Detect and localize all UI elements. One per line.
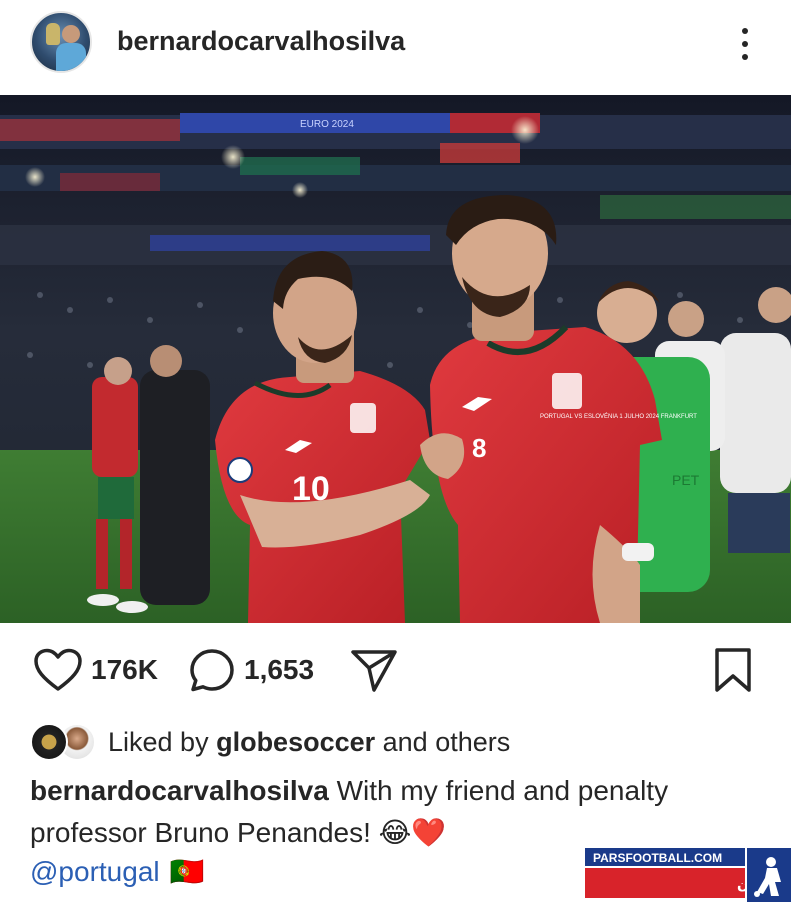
- post-username[interactable]: bernardocarvalhosilva: [117, 26, 405, 57]
- photo-illustration: EURO 2024 PET 10 PORTUGAL VS ESLOVÉNIA 1…: [0, 95, 791, 623]
- background-player-left: [87, 345, 210, 613]
- caption-emojis: 😂❤️: [378, 817, 447, 848]
- post-header: bernardocarvalhosilva: [0, 0, 791, 95]
- caption-mention-row: @portugal 🇵🇹: [30, 855, 204, 888]
- comment-button[interactable]: 1,653: [188, 640, 314, 700]
- post-caption: bernardocarvalhosilva With my friend and…: [30, 770, 750, 854]
- mention-portugal[interactable]: @portugal: [30, 856, 160, 888]
- paper-plane-icon: [351, 650, 397, 692]
- liker-avatar-globesoccer: [30, 723, 68, 761]
- liked-by-row[interactable]: Liked by globesoccer and others: [30, 720, 510, 764]
- like-count: 176K: [91, 654, 158, 685]
- avatar-head-shape: [62, 25, 80, 43]
- liked-by-name[interactable]: globesoccer: [216, 727, 375, 757]
- avatar-body-shape: [56, 43, 86, 71]
- shirt-number-eight: 8: [472, 433, 486, 463]
- banner-text: EURO 2024: [300, 119, 354, 130]
- portugal-flag-icon: 🇵🇹: [169, 856, 205, 887]
- parsfootball-watermark: PARSFOOTBALL.COM خبرگزاری فوتبال ایران: [585, 848, 791, 902]
- avatar-trophy-shape: [46, 23, 60, 45]
- liked-by-prefix: Liked by: [108, 726, 217, 757]
- bookmark-icon: [715, 648, 751, 692]
- watermark-site: PARSFOOTBALL.COM: [593, 851, 722, 865]
- heart-icon: [34, 648, 82, 691]
- kit-text: PORTUGAL VS ESLOVÉNIA 1 JULHO 2024 FRANK…: [540, 413, 697, 420]
- comment-count: 1,653: [244, 654, 315, 685]
- more-vertical-icon[interactable]: [730, 24, 760, 64]
- shirt-number-ten: 10: [292, 470, 330, 508]
- like-button[interactable]: 176K: [33, 640, 158, 700]
- comment-icon: [190, 649, 234, 692]
- post-photo[interactable]: EURO 2024 PET 10 PORTUGAL VS ESLOVÉNIA 1…: [0, 95, 791, 623]
- post-actions: 176K 1,653: [0, 640, 791, 700]
- liked-by-suffix: and others: [375, 726, 511, 757]
- svg-text:PET: PET: [672, 472, 700, 488]
- watermark-logo: PARSFOOTBALL.COM خبرگزاری فوتبال ایران: [585, 848, 791, 902]
- save-button[interactable]: [712, 640, 754, 700]
- liked-by-text: Liked by globesoccer and others: [108, 727, 510, 758]
- share-button[interactable]: [350, 640, 398, 700]
- caption-author[interactable]: bernardocarvalhosilva: [30, 775, 329, 806]
- profile-avatar[interactable]: [30, 11, 92, 73]
